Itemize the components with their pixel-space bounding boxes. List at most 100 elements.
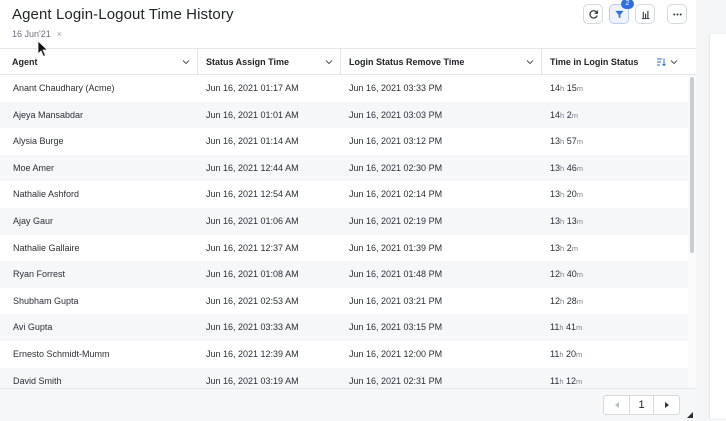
table-row[interactable]: Alysia Burge Jun 16, 2021 01:14 AM Jun 16,… [0,128,688,155]
sort-descending-icon[interactable] [656,57,666,67]
refresh-button[interactable] [583,4,603,24]
agent-name: Nathalie Gallaire [13,242,80,253]
minutes-unit: m [576,84,583,93]
report-panel: Agent Login-Logout Time History 16 Jun'2… [0,0,696,421]
status-assign-time: Jun 16, 2021 01:06 AM [206,216,299,226]
time-in-login-status: 11h 41m [550,314,582,342]
previous-page-button[interactable] [604,396,629,414]
pagination: 1 [603,395,680,415]
column-header-login-status-remove-time[interactable]: Login Status Remove Time [341,49,542,75]
table-row[interactable]: Ryan Forrest Jun 16, 2021 01:08 AM Jun 16,… [0,261,688,288]
time-in-login-status: 13h 20m [550,181,583,209]
status-remove-time: Jun 16, 2021 12:00 PM [349,349,443,359]
status-assign-time: Jun 16, 2021 01:17 AM [206,83,299,93]
current-page-number: 1 [629,396,654,414]
minutes-value: 46 [566,162,577,173]
minutes-value: 15 [566,83,577,93]
minutes-unit: m [571,110,578,120]
next-page-button[interactable] [654,396,679,414]
hours-unit: h [560,190,565,200]
refresh-icon [588,9,598,19]
hours-value: 14 [550,109,561,120]
table-row[interactable]: Anant Chaudhary (Acme) Jun 16, 2021 01:17… [0,75,688,102]
minutes-unit: m [576,376,583,386]
table-row[interactable]: Ernesto Schmidt-Mumm Jun 16, 2021 12:39 A… [0,341,688,368]
page-title: Agent Login-Logout Time History [12,6,234,23]
table-body: Anant Chaudhary (Acme) Jun 16, 2021 01:17… [0,75,688,388]
time-in-login-status: 13h 2m [550,235,578,263]
status-remove-time: Jun 16, 2021 03:33 PM [349,83,443,93]
hours-unit: h [560,217,565,226]
minutes-value: 41 [566,322,577,333]
hours-value: 13 [550,162,561,173]
agent-name: Ryan Forrest [13,269,66,280]
minutes-value: 57 [566,136,577,147]
filter-icon [614,10,624,18]
chevron-down-icon[interactable] [182,58,190,66]
agent-name: Alysia Burge [13,136,64,147]
chevron-down-icon[interactable] [526,58,534,66]
hours-value: 12 [550,269,561,280]
time-in-login-status: 12h 40m [550,261,583,289]
status-assign-time: Jun 16, 2021 12:39 AM [206,349,299,359]
table-row[interactable]: Ajeya Mansabdar Jun 16, 2021 01:01 AM Jun … [0,101,688,129]
table-row[interactable]: Nathalie Ashford Jun 16, 2021 12:54 AM Jun… [0,181,688,208]
time-in-login-status: 13h 46m [550,155,583,183]
right-gutter [696,0,726,421]
column-header-time-in-login-status[interactable]: Time in Login Status [542,49,688,75]
hours-value: 13 [550,136,561,147]
agent-name: Anant Chaudhary (Acme) [13,83,115,93]
column-header-status-assign-time[interactable]: Status Assign Time [198,49,341,75]
agent-name: David Smith [13,375,62,386]
hours-unit: h [560,243,565,253]
filter-button[interactable]: 2 [609,0,634,24]
chevron-down-icon[interactable] [670,58,678,66]
table-row[interactable]: Ajay Gaur Jun 16, 2021 01:06 AM Jun 16, 20… [0,208,688,235]
time-in-login-status: 11h 12m [550,368,582,388]
table-row[interactable]: Nathalie Gallaire Jun 16, 2021 12:37 AM Ju… [0,235,688,262]
status-assign-time: Jun 16, 2021 03:19 AM [206,375,299,386]
minutes-value: 20 [566,189,577,200]
hours-value: 14 [550,83,561,93]
toolbar: 2 [583,0,687,24]
agent-name: Ajay Gaur [13,216,54,226]
mouse-pointer-icon [37,40,49,58]
minutes-unit: m [576,350,583,359]
table-row[interactable]: Avi Gupta Jun 16, 2021 03:33 AM Jun 16, 20… [0,314,688,341]
filter-count-badge: 2 [621,0,634,9]
status-remove-time: Jun 16, 2021 02:30 PM [349,162,443,173]
clear-filter-icon[interactable]: × [57,29,62,39]
agent-name: Avi Gupta [13,322,53,333]
status-remove-time: Jun 16, 2021 01:39 PM [349,242,443,253]
hours-unit: h [560,296,565,306]
hours-unit: h [559,323,564,333]
table-row[interactable]: Moe Amer Jun 16, 2021 12:44 AM Jun 16, 202… [0,154,688,183]
status-assign-time: Jun 16, 2021 01:14 AM [206,136,299,147]
status-remove-time: Jun 16, 2021 01:48 PM [349,269,443,280]
minutes-value: 40 [566,269,577,280]
status-assign-time: Jun 16, 2021 12:44 AM [206,162,299,173]
table-row[interactable]: David Smith Jun 16, 2021 03:19 AM Jun 16, … [0,367,688,388]
date-filter-label: 16 Jun'21 [12,29,51,39]
status-remove-time: Jun 16, 2021 03:15 PM [349,322,443,333]
date-filter-chip[interactable]: 16 Jun'21 × [12,29,62,39]
more-options-button[interactable] [667,4,687,24]
chart-view-button[interactable] [635,4,655,24]
agent-name: Ajeya Mansabdar [13,109,84,120]
minutes-value: 20 [566,349,577,359]
resize-handle-icon[interactable] [687,412,693,418]
column-header-agent[interactable]: Agent [0,49,198,75]
table-row[interactable]: Shubham Gupta Jun 16, 2021 02:53 AM Jun 16… [0,288,688,315]
chevron-left-icon [614,402,619,408]
vertical-scrollbar[interactable] [688,75,696,388]
minutes-unit: m [576,217,583,226]
bar-chart-icon [641,10,650,19]
hours-unit: h [559,376,564,386]
table-footer: 1 [0,388,696,421]
minutes-value: 28 [566,295,577,306]
scrollbar-thumb[interactable] [690,77,694,253]
agent-name: Shubham Gupta [13,295,79,306]
chevron-down-icon[interactable] [325,58,333,66]
time-in-login-status: 13h 57m [550,128,583,156]
status-assign-time: Jun 16, 2021 01:08 AM [206,269,299,280]
